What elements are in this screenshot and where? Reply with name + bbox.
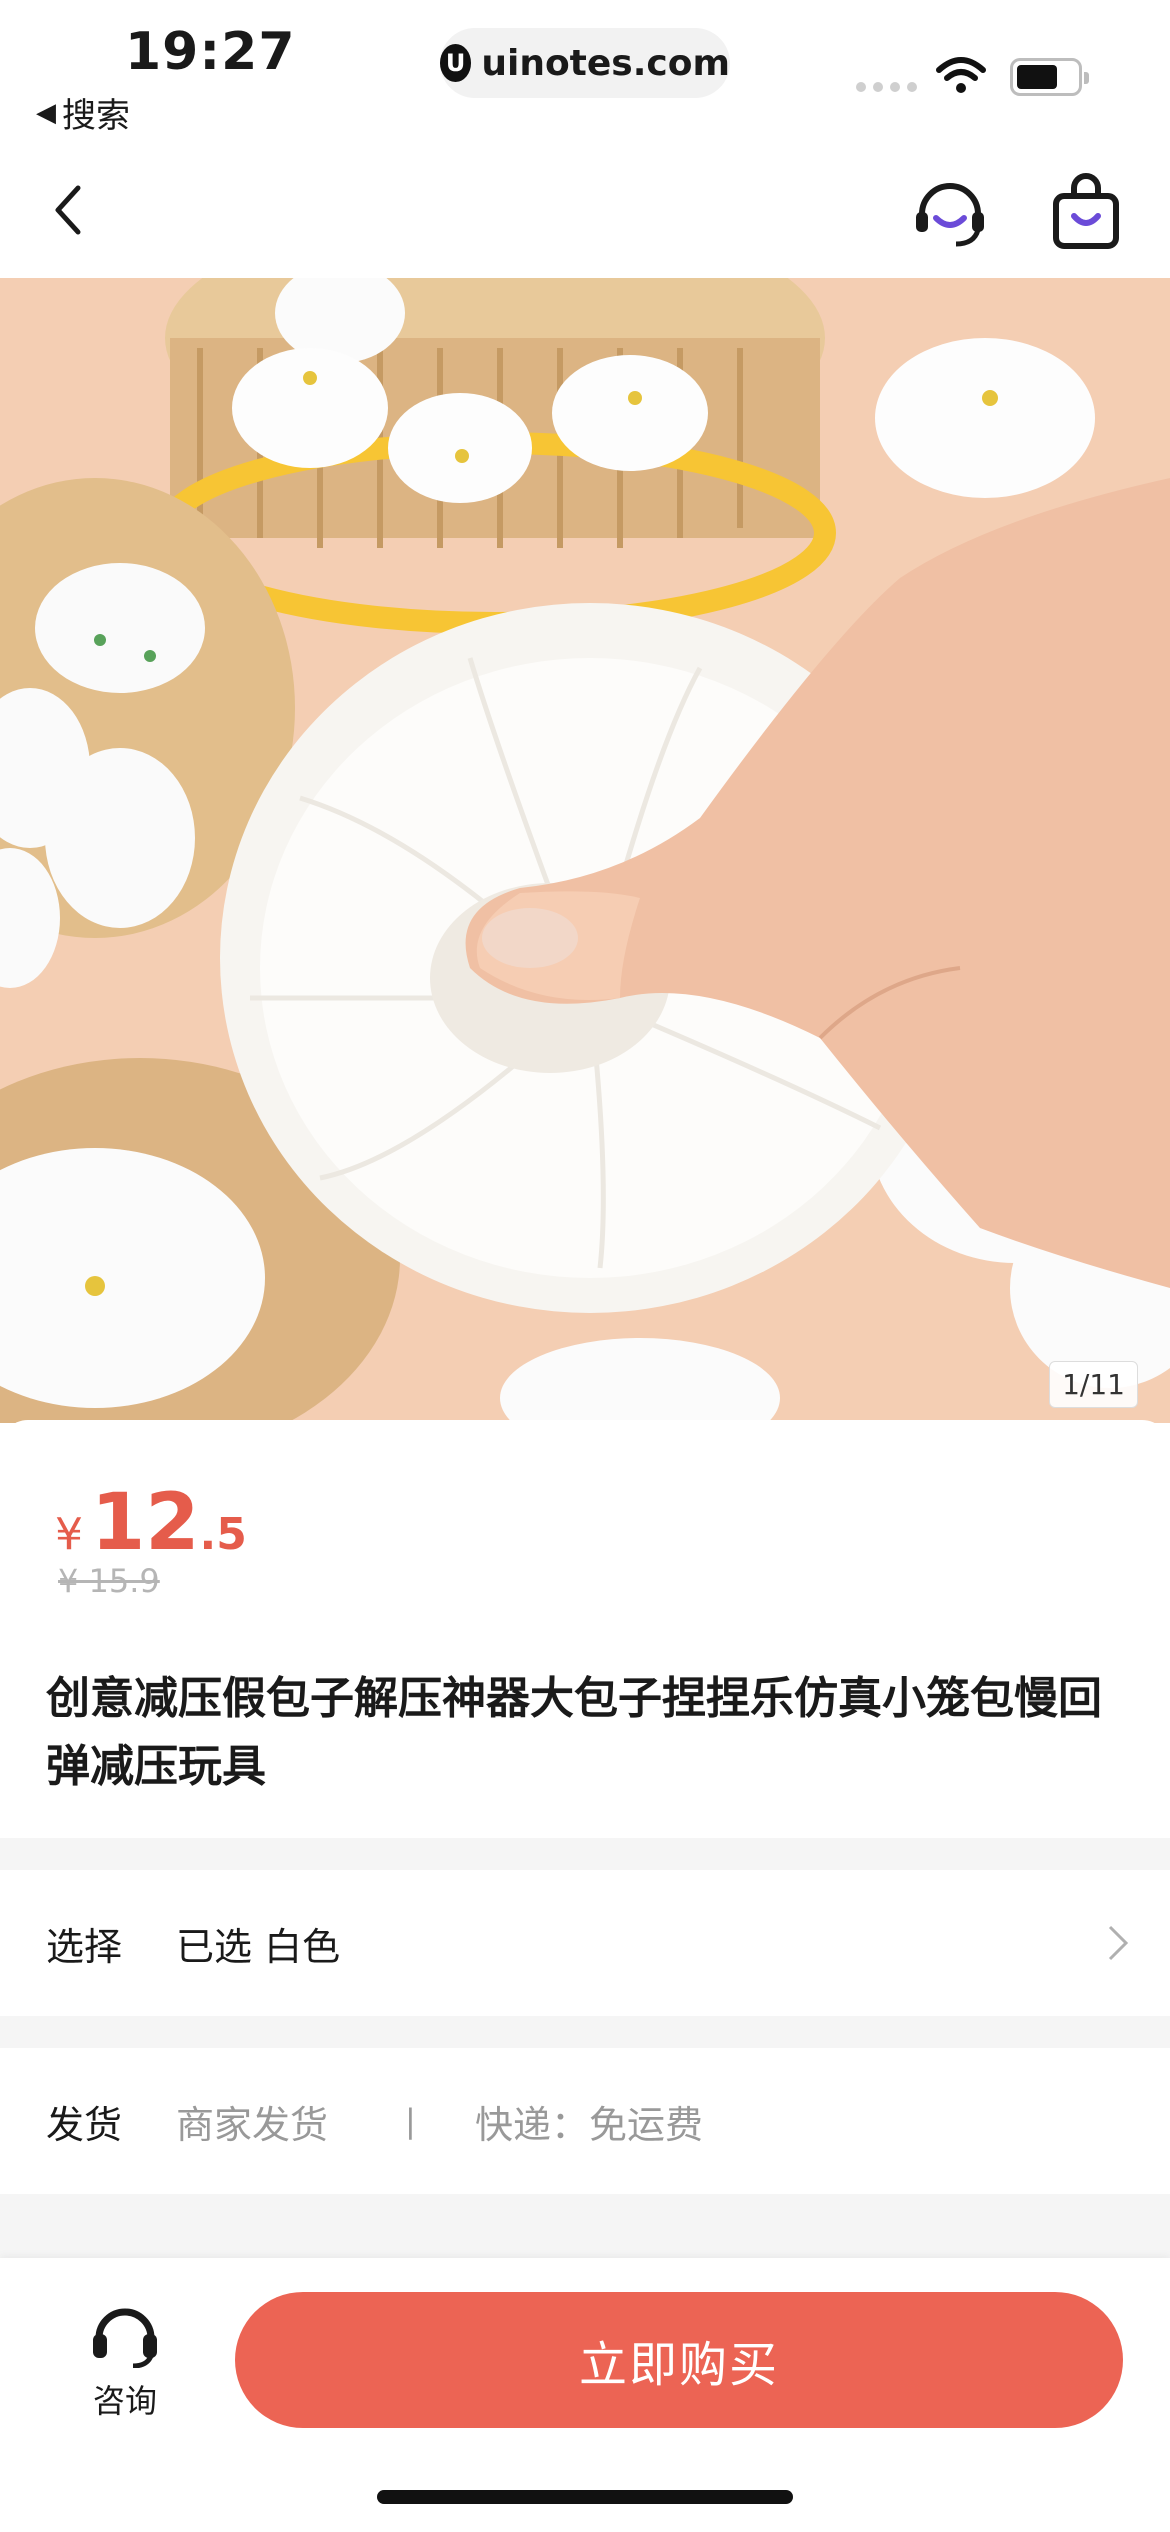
selected-sku: 已选 白色 bbox=[176, 1924, 341, 1969]
original-price: ¥ 15.9 bbox=[58, 1562, 160, 1600]
home-indicator bbox=[377, 2490, 793, 2504]
section-divider bbox=[0, 1838, 1170, 1870]
chevron-left-icon[interactable] bbox=[40, 180, 100, 240]
price-decimal: .5 bbox=[199, 1509, 247, 1560]
back-to-app-link[interactable]: ◀ 搜索 bbox=[36, 88, 130, 137]
consult-button[interactable]: 咨询 bbox=[80, 2298, 170, 2422]
shipping-separator: | bbox=[405, 2102, 416, 2140]
wifi-icon bbox=[936, 57, 986, 93]
product-photo bbox=[0, 278, 1170, 1423]
battery-icon bbox=[1010, 58, 1089, 96]
product-image-carousel[interactable]: 1/11 bbox=[0, 278, 1170, 1423]
back-app-label: 搜索 bbox=[62, 96, 130, 136]
url-text: uinotes.com bbox=[481, 42, 730, 84]
select-label: 选择 bbox=[46, 1924, 123, 1969]
nav-bar bbox=[0, 150, 1170, 278]
back-triangle-icon: ◀ bbox=[36, 97, 56, 128]
url-pill[interactable]: U uinotes.com bbox=[440, 28, 730, 98]
section-divider bbox=[0, 2194, 1170, 2258]
buy-now-button[interactable]: 立即购买 bbox=[235, 2292, 1123, 2428]
shipping-express: 快递：免运费 bbox=[475, 2102, 704, 2147]
currency-symbol: ¥ bbox=[55, 1509, 83, 1560]
headset-icon bbox=[93, 2308, 157, 2369]
image-counter: 1/11 bbox=[1049, 1361, 1138, 1408]
section-divider bbox=[0, 2016, 1170, 2048]
shipping-label: 发货 bbox=[46, 2102, 123, 2147]
status-bar: 19:27 ◀ 搜索 U uinotes.com bbox=[0, 0, 1170, 150]
chevron-right-icon bbox=[1108, 1925, 1129, 1961]
sku-select-row[interactable]: 选择 已选 白色 bbox=[0, 1870, 1170, 2016]
status-time: 19:27 bbox=[125, 22, 296, 82]
cellular-signal-icon bbox=[856, 82, 917, 92]
bottom-action-bar: 咨询 立即购买 bbox=[0, 2258, 1170, 2532]
shipping-value: 商家发货 bbox=[176, 2102, 329, 2147]
consult-label: 咨询 bbox=[92, 2382, 157, 2420]
price-integer: 12 bbox=[91, 1478, 200, 1568]
shopping-bag-icon[interactable] bbox=[1050, 172, 1122, 252]
product-title: 创意减压假包子解压神器大包子捏捏乐仿真小笼包慢回弹减压玩具 bbox=[46, 1673, 1102, 1792]
customer-service-icon[interactable] bbox=[910, 172, 990, 252]
product-info-card: ¥ 12 .5 ¥ 15.9 创意减压假包子解压神器大包子捏捏乐仿真小笼包慢回弹… bbox=[0, 1420, 1170, 1838]
shipping-row: 发货 商家发货 | 快递：免运费 bbox=[0, 2048, 1170, 2194]
current-price: ¥ 12 .5 bbox=[55, 1478, 247, 1568]
site-logo-icon: U bbox=[440, 44, 472, 82]
